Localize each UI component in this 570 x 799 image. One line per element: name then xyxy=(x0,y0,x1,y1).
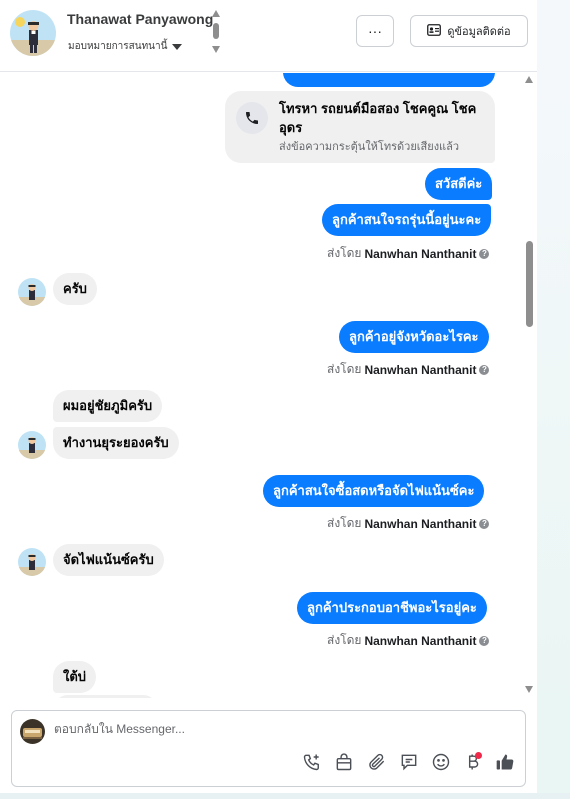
conversation-panel: Thanawat Panyawong มอบหมายการสนทนานี้ ··… xyxy=(0,0,537,793)
call-card-title: โทรหา รถยนต์มือสอง โชคคูณ โชค อุดร xyxy=(279,101,477,135)
assign-label: มอบหมายการสนทนานี้ xyxy=(68,41,168,52)
baht-icon[interactable] xyxy=(462,751,484,773)
contact-name[interactable]: Thanawat Panyawong xyxy=(67,11,213,27)
contact-info-label: ดูข้อมูลติดต่อ xyxy=(447,26,511,38)
sent-by-name: Nanwhan Nanthanit xyxy=(364,633,477,648)
shopping-bag-icon[interactable] xyxy=(333,751,355,773)
message-bubble[interactable]: ลูกค้าสนใจรถรุ่นนี้อยู่นะคะ xyxy=(322,204,492,236)
help-icon[interactable]: ? xyxy=(479,635,490,646)
more-label: ··· xyxy=(368,23,382,39)
paperclip-icon[interactable] xyxy=(366,751,388,773)
emoji-icon[interactable] xyxy=(430,751,452,773)
view-contact-info-button[interactable]: ดูข้อมูลติดต่อ xyxy=(410,15,528,47)
sent-by-label: ส่งโดย Nanwhan Nanthanit ? xyxy=(327,631,490,650)
contact-card-icon xyxy=(427,23,442,39)
call-plus-icon[interactable] xyxy=(301,751,323,773)
message-bubble[interactable]: ใต้บ่ xyxy=(53,661,97,693)
message-bubble[interactable]: ลูกค้าอยู่จังหวัดอะไรคะ xyxy=(339,321,489,353)
message-bubble[interactable]: ลูกค้าประกอบอาชีพอะไรอยู่คะ xyxy=(297,592,487,624)
sent-by-name: Nanwhan Nanthanit xyxy=(364,362,477,377)
sent-by-label: ส่งโดย Nanwhan Nanthanit ? xyxy=(327,360,490,379)
contact-avatar-small xyxy=(18,548,46,576)
conversation-header: Thanawat Panyawong มอบหมายการสนทนานี้ ··… xyxy=(0,0,537,72)
call-card-subtitle: ส่งข้อความกระตุ้นให้โทรด้วยเสียงแล้ว xyxy=(279,141,460,153)
contact-avatar[interactable] xyxy=(10,10,56,56)
scrollbar-thumb[interactable] xyxy=(526,241,533,327)
thumbs-up-icon[interactable] xyxy=(494,751,516,773)
message-bubble[interactable]: ครับ xyxy=(53,273,97,305)
message-bubble[interactable]: จัดไฟแน้นซ์ครับ xyxy=(53,544,164,576)
reply-composer xyxy=(11,710,526,787)
right-background-strip xyxy=(537,0,570,799)
header-scrollbar[interactable] xyxy=(210,9,222,55)
message-bubble[interactable]: ทำงานยุระยองครับ xyxy=(53,427,179,459)
more-options-button[interactable]: ··· xyxy=(356,15,394,47)
sent-by-prefix: ส่งโดย xyxy=(327,246,362,260)
scroll-up-arrow-icon[interactable] xyxy=(525,76,533,83)
assign-conversation-dropdown[interactable]: มอบหมายการสนทนานี้ xyxy=(68,39,183,54)
thread-scrollbar[interactable] xyxy=(522,73,536,698)
sent-by-name: Nanwhan Nanthanit xyxy=(364,246,477,261)
help-icon[interactable]: ? xyxy=(479,248,490,259)
reply-input[interactable] xyxy=(54,722,454,736)
sent-by-label: ส่งโดย Nanwhan Nanthanit ? xyxy=(327,244,490,263)
message-bubble[interactable]: ลูกค้าสนใจซื้อสดหรือจัดไฟแน้นซ์คะ xyxy=(263,475,485,507)
phone-icon xyxy=(236,102,268,134)
sent-by-name: Nanwhan Nanthanit xyxy=(364,516,477,531)
help-icon[interactable]: ? xyxy=(479,364,490,375)
sent-by-label: ส่งโดย Nanwhan Nanthanit ? xyxy=(327,514,490,533)
saved-reply-icon[interactable] xyxy=(398,751,420,773)
help-icon[interactable]: ? xyxy=(479,518,490,529)
voice-call-card[interactable]: โทรหา รถยนต์มือสอง โชคคูณ โชค อุดร ส่งข้… xyxy=(225,91,495,163)
message-bubble[interactable]: สวัสดีค่ะ xyxy=(425,168,493,200)
message-bubble-cut-off xyxy=(53,695,158,698)
bottom-background-strip xyxy=(0,793,570,799)
chevron-down-icon xyxy=(172,43,183,50)
message-thread[interactable]: โทรหา รถยนต์มือสอง โชคคูณ โชค อุดร ส่งข้… xyxy=(0,73,520,698)
sent-by-prefix: ส่งโดย xyxy=(327,516,362,530)
sent-by-prefix: ส่งโดย xyxy=(327,362,362,376)
sent-by-prefix: ส่งโดย xyxy=(327,633,362,647)
message-bubble-cut-off xyxy=(283,73,495,87)
contact-avatar-small xyxy=(18,431,46,459)
scroll-down-arrow-icon[interactable] xyxy=(525,686,533,693)
message-bubble[interactable]: ผมอยู่ชัยภูมิครับ xyxy=(53,390,163,422)
page-avatar xyxy=(20,719,45,744)
contact-avatar-small xyxy=(18,278,46,306)
notification-dot xyxy=(475,752,482,759)
